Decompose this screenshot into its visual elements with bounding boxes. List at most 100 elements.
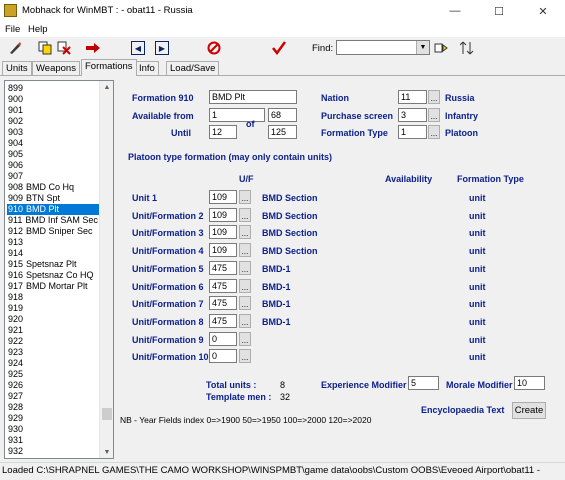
previous-record-icon[interactable]: ◀ xyxy=(131,41,145,55)
minimize-button[interactable]: — xyxy=(433,0,477,22)
unit-row-picker-button[interactable]: ... xyxy=(239,243,251,258)
unit-row-input[interactable]: 109 xyxy=(209,207,237,222)
list-item[interactable]: 912 BMD Sniper Sec xyxy=(7,226,101,237)
list-item[interactable]: 925 xyxy=(7,369,101,380)
list-item[interactable]: 904 xyxy=(7,138,101,149)
unit-row-picker-button[interactable]: ... xyxy=(239,225,251,240)
purchase-screen-picker-button[interactable]: ... xyxy=(428,108,440,122)
list-item[interactable]: 906 xyxy=(7,160,101,171)
list-item[interactable]: 911 BMD Inf SAM Sec xyxy=(7,215,101,226)
cancel-icon[interactable] xyxy=(206,40,222,56)
unit-row-picker-button[interactable]: ... xyxy=(239,260,251,275)
list-item[interactable]: 901 xyxy=(7,105,101,116)
formation-name-input[interactable]: BMD Plt xyxy=(209,90,297,104)
chevron-down-icon[interactable]: ▼ xyxy=(416,41,429,54)
formation-list[interactable]: 899 900 901 902 903 904 905 906 907 908 BMD Co Hq 9… xyxy=(4,80,114,459)
list-item[interactable]: 929 xyxy=(7,413,101,424)
unit-row-picker-button[interactable]: ... xyxy=(239,278,251,293)
list-item[interactable]: 913 xyxy=(7,237,101,248)
nation-picker-button[interactable]: ... xyxy=(428,90,440,104)
unit-row-input[interactable]: 475 xyxy=(209,260,237,275)
unit-row-label: Unit/Formation 9 xyxy=(132,334,204,345)
unit-row-input[interactable]: 475 xyxy=(209,278,237,293)
list-item-number: 916 xyxy=(8,270,24,280)
list-item[interactable]: 902 xyxy=(7,116,101,127)
list-item[interactable]: 907 xyxy=(7,171,101,182)
purchase-screen-input[interactable]: 3 xyxy=(398,108,427,122)
menu-file[interactable]: File xyxy=(5,24,20,35)
list-item[interactable]: 922 xyxy=(7,336,101,347)
unit-row-picker-button[interactable]: ... xyxy=(239,207,251,222)
list-item[interactable]: 909 BTN Spt xyxy=(7,193,101,204)
tab-formations[interactable]: Formations xyxy=(81,59,137,76)
unit-row-input[interactable]: 0 xyxy=(209,331,237,346)
paste-unit-icon[interactable] xyxy=(56,40,72,56)
until-year-input[interactable]: 125 xyxy=(268,125,297,139)
list-item[interactable]: 930 xyxy=(7,424,101,435)
list-item[interactable]: 919 xyxy=(7,303,101,314)
list-item[interactable]: 921 xyxy=(7,325,101,336)
list-item[interactable]: 905 xyxy=(7,149,101,160)
tab-units[interactable]: Units xyxy=(2,61,32,75)
find-next-icon[interactable] xyxy=(433,40,449,56)
list-item[interactable]: 928 xyxy=(7,402,101,413)
unit-row-picker-button[interactable]: ... xyxy=(239,349,251,364)
scroll-up-icon[interactable]: ▲ xyxy=(100,81,113,93)
list-item[interactable]: 931 xyxy=(7,435,101,446)
scroll-down-icon[interactable]: ▼ xyxy=(100,446,113,458)
unit-row-input[interactable]: 475 xyxy=(209,313,237,328)
unit-row-picker-button[interactable]: ... xyxy=(239,313,251,328)
list-item[interactable]: 910 BMD Plt xyxy=(7,204,101,215)
find-combobox[interactable]: ▼ xyxy=(336,40,430,55)
list-item[interactable]: 903 xyxy=(7,127,101,138)
list-item[interactable]: 914 xyxy=(7,248,101,259)
create-button[interactable]: Create xyxy=(512,402,546,419)
close-button[interactable]: ✕ xyxy=(521,0,565,22)
until-month-input[interactable]: 12 xyxy=(209,125,237,139)
morale-modifier-input[interactable]: 10 xyxy=(514,376,545,390)
maximize-button[interactable]: ☐ xyxy=(477,0,521,22)
list-item[interactable]: 923 xyxy=(7,347,101,358)
unit-row-input[interactable]: 109 xyxy=(209,243,237,258)
list-item[interactable]: 908 BMD Co Hq xyxy=(7,182,101,193)
tab-load-save[interactable]: Load/Save xyxy=(166,61,220,75)
formation-type-picker-button[interactable]: ... xyxy=(428,125,440,139)
formation-type-input[interactable]: 1 xyxy=(398,125,427,139)
list-item[interactable]: 915 Spetsnaz Plt xyxy=(7,259,101,270)
unit-row-label: Unit/Formation 5 xyxy=(132,263,204,274)
arrow-right-icon[interactable] xyxy=(85,40,101,56)
list-item[interactable]: 927 xyxy=(7,391,101,402)
list-item[interactable]: 899 xyxy=(7,83,101,94)
menu-help[interactable]: Help xyxy=(28,24,48,35)
list-item[interactable]: 916 Spetsnaz Co HQ xyxy=(7,270,101,281)
checkmark-icon[interactable] xyxy=(271,40,287,56)
unit-row-input[interactable]: 109 xyxy=(209,225,237,240)
list-item[interactable]: 924 xyxy=(7,358,101,369)
list-item-number: 905 xyxy=(8,149,24,159)
list-item[interactable]: 932 xyxy=(7,446,101,457)
next-record-icon[interactable]: ▶ xyxy=(155,41,169,55)
find-all-icon[interactable] xyxy=(459,40,475,56)
unit-row-picker-button[interactable]: ... xyxy=(239,331,251,346)
tab-weapons[interactable]: Weapons xyxy=(32,61,80,75)
available-from-month-input[interactable]: 1 xyxy=(209,108,265,122)
unit-row-input[interactable]: 475 xyxy=(209,296,237,311)
list-item[interactable]: 918 xyxy=(7,292,101,303)
unit-row-input[interactable]: 109 xyxy=(209,190,237,204)
available-from-year-input[interactable]: 68 xyxy=(268,108,297,122)
list-item[interactable]: 917 BMD Mortar Plt xyxy=(7,281,101,292)
tab-info[interactable]: Info xyxy=(135,61,159,75)
list-item[interactable]: 926 xyxy=(7,380,101,391)
list-item-name: BMD Plt xyxy=(26,204,60,214)
list-item[interactable]: 900 xyxy=(7,94,101,105)
experience-modifier-input[interactable]: 5 xyxy=(408,376,439,390)
nation-input[interactable]: 11 xyxy=(398,90,427,104)
scroll-thumb[interactable] xyxy=(102,408,112,420)
unit-row-picker-button[interactable]: ... xyxy=(239,296,251,311)
pen-icon[interactable] xyxy=(7,40,23,56)
unit-row-picker-button[interactable]: ... xyxy=(239,190,251,204)
list-scrollbar[interactable]: ▲ ▼ xyxy=(99,81,113,458)
copy-unit-icon[interactable] xyxy=(37,40,53,56)
list-item[interactable]: 920 xyxy=(7,314,101,325)
unit-row-input[interactable]: 0 xyxy=(209,349,237,364)
